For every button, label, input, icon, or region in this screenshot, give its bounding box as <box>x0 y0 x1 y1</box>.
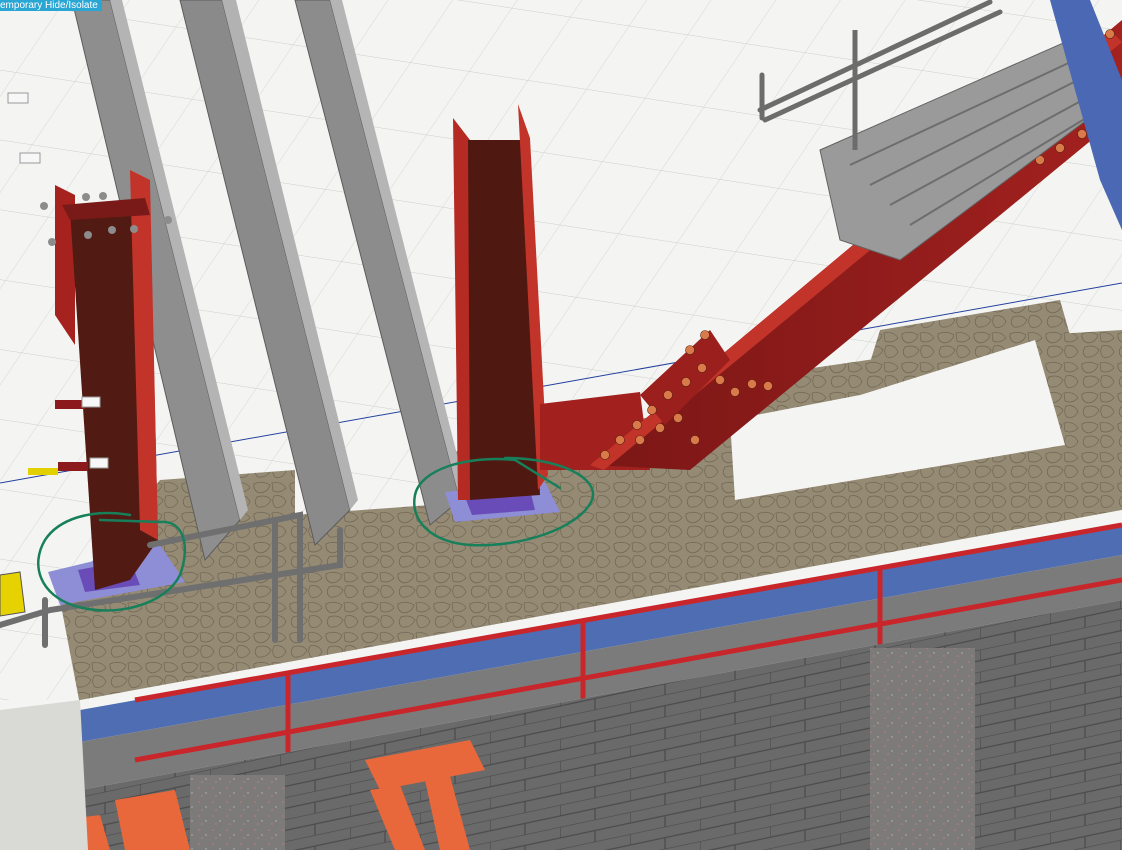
3d-model-viewport[interactable]: emporary Hide/Isolate <box>0 0 1122 850</box>
model-scene[interactable] <box>0 0 1122 850</box>
concrete-pier-right <box>870 648 975 850</box>
temporary-hide-isolate-banner[interactable]: emporary Hide/Isolate <box>0 0 102 11</box>
concrete-pier-left <box>190 775 285 850</box>
left-wall-fragment <box>0 700 88 850</box>
safety-sign <box>0 571 26 617</box>
